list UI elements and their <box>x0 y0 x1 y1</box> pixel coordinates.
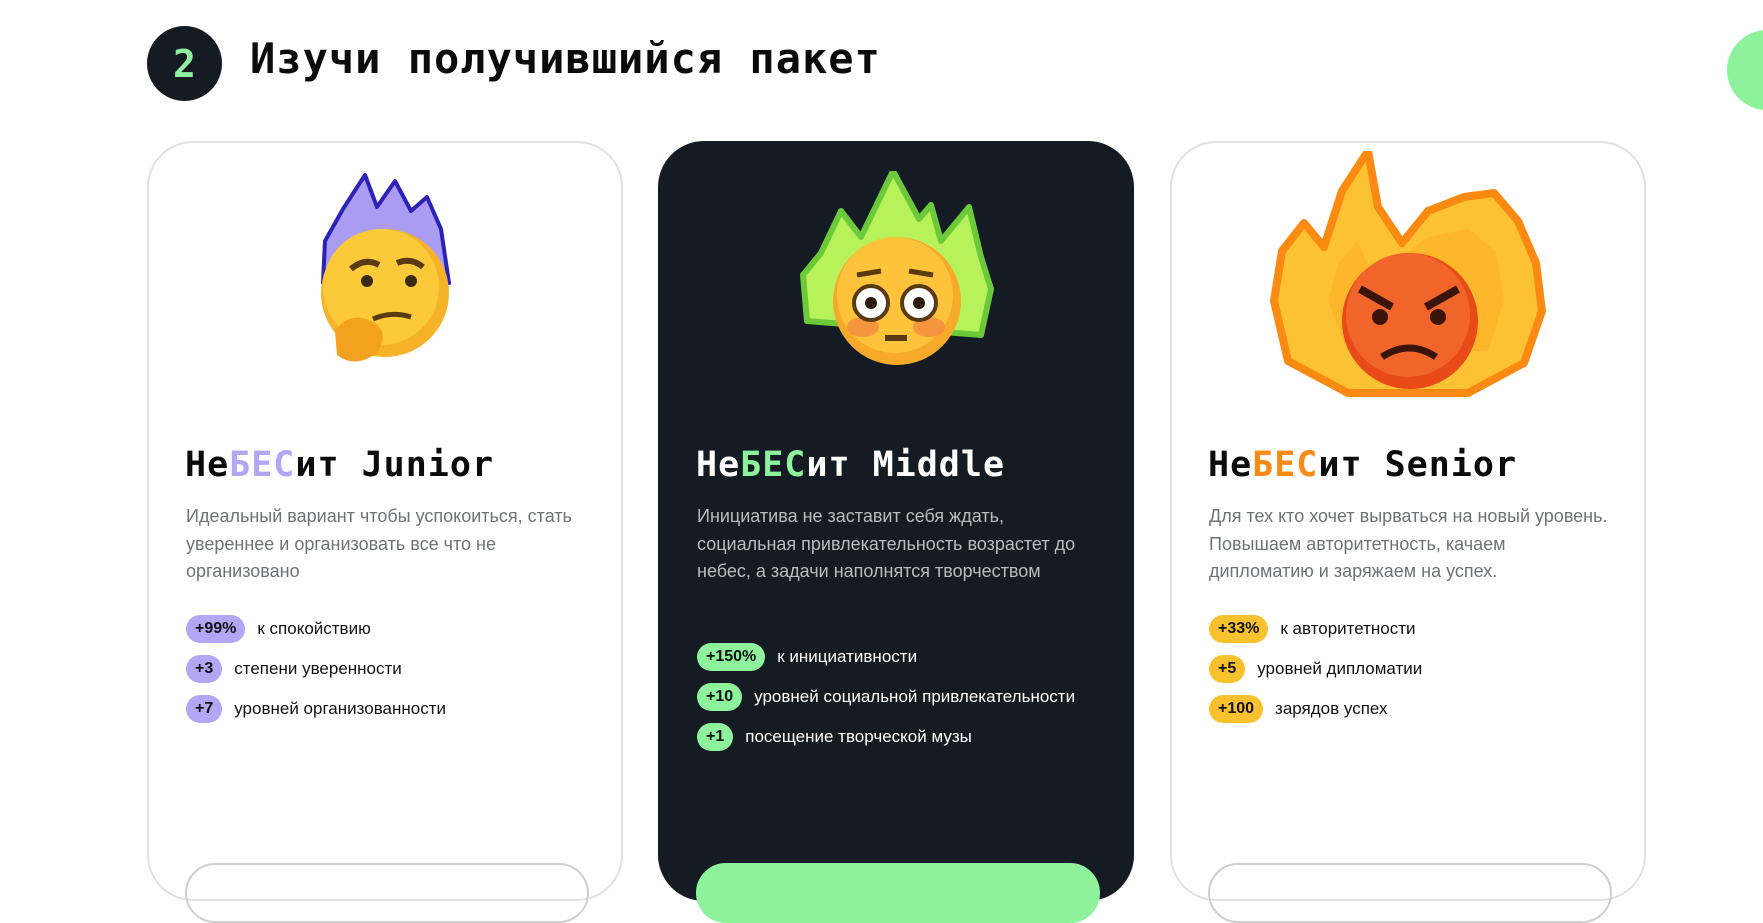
stat-label: к инициативности <box>777 647 918 666</box>
card-description: Идеальный вариант чтобы успокоиться, ста… <box>186 506 572 581</box>
stat-value-pill: +3 <box>186 655 223 683</box>
stat-value-pill: +100 <box>1209 695 1264 723</box>
stat-label: степени уверенности <box>234 659 402 678</box>
card-junior: НеБЕСит Junior Идеальный вариант чтобы у… <box>147 141 623 923</box>
card-title: НеБЕСит Senior <box>1208 445 1518 485</box>
select-senior-button[interactable] <box>1208 863 1612 923</box>
step-number: 2 <box>173 41 196 86</box>
stat-value-pill: +33% <box>1209 615 1269 643</box>
card-senior: НеБЕСит Senior Для тех кто хочет вырвать… <box>1170 141 1646 923</box>
stat-label: уровней социальной привлекательности <box>754 687 1076 706</box>
card-middle: НеБЕСит Middle Инициатива не заставит се… <box>658 141 1134 923</box>
stat-value-pill: +99% <box>186 615 246 643</box>
stat-label: уровней дипломатии <box>1257 659 1423 678</box>
stat-item: +150% к инициативности <box>697 637 1075 677</box>
stat-item: +99% к спокойствию <box>186 609 446 649</box>
card-description: Для тех кто хочет вырваться на новый уро… <box>1209 506 1608 581</box>
stat-item: +1 посещение творческой музы <box>697 717 1075 757</box>
stat-value-pill: +5 <box>1209 655 1246 683</box>
stat-value-pill: +150% <box>697 643 766 671</box>
thinking-face-purple-flame-icon <box>321 173 451 362</box>
stats-list: +33% к авторитетности +5 уровней диплома… <box>1209 609 1422 729</box>
decorative-green-circle <box>1727 30 1763 110</box>
select-middle-button[interactable] <box>696 863 1100 923</box>
stat-item: +33% к авторитетности <box>1209 609 1422 649</box>
stat-item: +10 уровней социальной привлекательности <box>697 677 1075 717</box>
stats-list: +150% к инициативности +10 уровней социа… <box>697 637 1075 757</box>
stat-item: +7 уровней организованности <box>186 689 446 729</box>
stat-item: +100 зарядов успех <box>1209 689 1422 729</box>
stat-label: посещение творческой музы <box>745 727 972 746</box>
stat-label: к спокойствию <box>257 619 371 638</box>
stat-item: +5 уровней дипломатии <box>1209 649 1422 689</box>
stat-label: к авторитетности <box>1280 619 1416 638</box>
section-title: Изучи получившийся пакет <box>250 34 881 83</box>
card-description: Инициатива не заставит себя ждать, социа… <box>697 506 1076 581</box>
card-title: НеБЕСит Middle <box>696 445 1006 485</box>
stat-value-pill: +7 <box>186 695 223 723</box>
stat-label: уровней организованности <box>234 699 447 718</box>
step-number-badge: 2 <box>147 26 222 101</box>
angry-face-orange-flame-icon <box>1270 151 1546 397</box>
stat-value-pill: +1 <box>697 723 734 751</box>
select-junior-button[interactable] <box>185 863 589 923</box>
card-title: НеБЕСит Junior <box>185 445 495 485</box>
stat-item: +3 степени уверенности <box>186 649 446 689</box>
stat-value-pill: +10 <box>697 683 743 711</box>
stats-list: +99% к спокойствию +3 степени уверенност… <box>186 609 446 729</box>
flushed-face-green-flame-icon <box>800 171 994 365</box>
stat-label: зарядов успех <box>1275 699 1388 718</box>
